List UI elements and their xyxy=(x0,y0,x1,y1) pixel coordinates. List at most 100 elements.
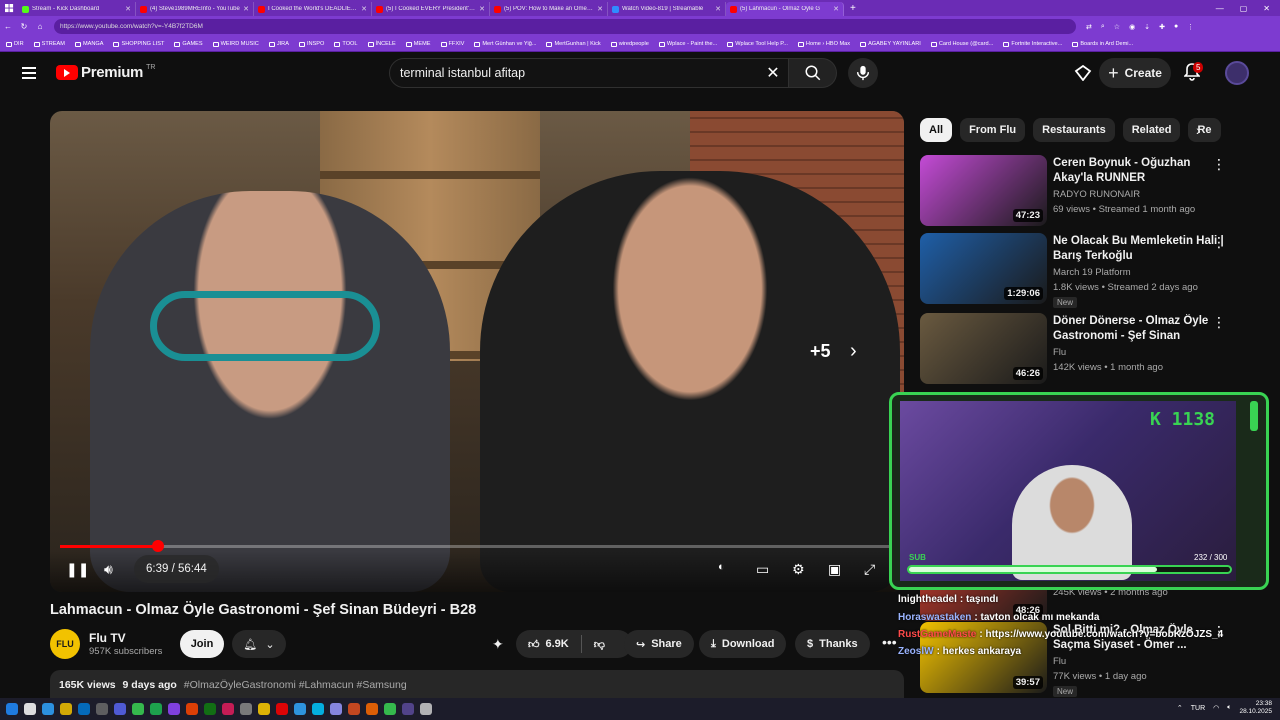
bookmark-item[interactable]: INSPO xyxy=(298,41,324,47)
account-avatar[interactable] xyxy=(1225,61,1249,85)
voice-search-button[interactable] xyxy=(848,58,878,88)
taskbar-app-icon[interactable] xyxy=(294,703,306,715)
taskbar-app-icon[interactable] xyxy=(258,703,270,715)
description-box[interactable]: 165K views 9 days ago #OlmazÖyleGastrono… xyxy=(50,670,904,698)
tab-close-icon[interactable]: ✕ xyxy=(361,5,367,13)
search-input[interactable]: terminal istanbul afitap ✕ xyxy=(389,58,789,88)
new-tab-button[interactable]: + xyxy=(850,3,856,14)
video-thumbnail[interactable]: 1:29:06 xyxy=(920,233,1047,304)
bookmark-item[interactable]: Boards in Ard Demi... xyxy=(1072,41,1133,47)
chat-username[interactable]: lnightheadel xyxy=(898,594,957,605)
more-options-icon[interactable]: ⋮ xyxy=(1212,314,1226,331)
taskbar-app-icon[interactable] xyxy=(150,703,162,715)
create-button[interactable]: + Create xyxy=(1099,58,1171,88)
subtitles-icon[interactable]: ▭ xyxy=(756,561,769,578)
minimize-icon[interactable]: — xyxy=(1216,4,1224,13)
tab-close-icon[interactable]: ✕ xyxy=(715,5,721,13)
download-button[interactable]: ⤓ Download xyxy=(699,630,787,658)
progress-bar[interactable] xyxy=(60,540,894,552)
back-icon[interactable]: ← xyxy=(0,22,16,31)
taskbar-app-icon[interactable] xyxy=(402,703,414,715)
recommendation-item[interactable]: 1:29:06 Ne Olacak Bu Memleketin Hali | Ba… xyxy=(920,233,1260,308)
tab-close-icon[interactable]: ✕ xyxy=(597,5,603,13)
recommendation-title[interactable]: Ne Olacak Bu Memleketin Hali | Barış Ter… xyxy=(1053,234,1228,264)
bookmark-item[interactable]: GAMES xyxy=(174,41,203,47)
recommendation-item[interactable]: 46:26 Döner Dönerse - Olmaz Öyle Gastrono… xyxy=(920,313,1260,385)
browser-tab[interactable]: (5) Lahmacun - Olmaz Öyle G ✕ xyxy=(726,2,844,16)
translate-icon[interactable]: ⇄ xyxy=(1086,23,1092,31)
zoom-icon[interactable]: ⌕ xyxy=(1101,23,1105,31)
video-thumbnail[interactable]: 46:26 xyxy=(920,313,1047,384)
downloads-icon[interactable]: ⇣ xyxy=(1144,23,1150,31)
filter-chip[interactable]: Re xyxy=(1188,118,1221,142)
bookmark-item[interactable]: MertGunhan | Kick xyxy=(546,41,601,47)
bookmark-item[interactable]: JIRA xyxy=(268,41,289,47)
tray-chevron-icon[interactable]: ⌃ xyxy=(1177,704,1183,712)
more-options-icon[interactable]: ⋮ xyxy=(1212,234,1226,251)
taskbar-app-icon[interactable] xyxy=(78,703,90,715)
filter-chip[interactable]: From Flu xyxy=(960,118,1026,142)
taskbar-app-icon[interactable] xyxy=(420,703,432,715)
filter-chip[interactable]: All xyxy=(920,118,953,142)
tab-close-icon[interactable]: ✕ xyxy=(479,5,485,13)
more-videos-overlay[interactable]: +5 xyxy=(810,341,831,362)
chevron-right-icon[interactable]: › xyxy=(850,340,857,363)
video-thumbnail[interactable]: 47:23 xyxy=(920,155,1047,226)
subscribed-notifications-button[interactable]: 🔔︎ ⌄ xyxy=(232,630,286,658)
recommendation-title[interactable]: Döner Dönerse - Olmaz Öyle Gastronomi - … xyxy=(1053,314,1228,344)
theater-mode-icon[interactable]: ▣ xyxy=(828,561,841,578)
clear-search-icon[interactable]: ✕ xyxy=(758,63,788,83)
maximize-icon[interactable]: ▢ xyxy=(1240,4,1248,13)
chat-username[interactable]: Horaswastaken xyxy=(898,612,971,623)
chat-username[interactable]: ZeoslW xyxy=(898,646,934,657)
bookmark-item[interactable]: Fortnite Interactive... xyxy=(1003,41,1062,47)
recommendation-channel[interactable]: March 19 Platform xyxy=(1053,267,1131,278)
browser-tab[interactable]: (5) POV: How to Make an Omelett ✕ xyxy=(490,2,608,16)
extension-icon[interactable]: ◉ xyxy=(1129,23,1135,31)
filter-chip[interactable]: Restaurants xyxy=(1033,118,1115,142)
browser-tab[interactable]: Stream - Kick Dashboard ✕ xyxy=(18,2,136,16)
taskbar-app-icon[interactable] xyxy=(348,703,360,715)
bookmark-star-icon[interactable]: ☆ xyxy=(1114,23,1120,31)
bookmark-item[interactable]: AGABEY YAYINLARI xyxy=(860,41,921,47)
taskbar-app-icon[interactable] xyxy=(132,703,144,715)
taskbar-app-icon[interactable] xyxy=(24,703,36,715)
windows-menu-icon[interactable] xyxy=(0,0,18,16)
browser-tab[interactable]: I Cooked the World's DEADLIEST ✕ xyxy=(254,2,372,16)
url-field[interactable]: https://www.youtube.com/watch?v=-Y4B7f2T… xyxy=(54,19,1076,34)
wifi-icon[interactable]: ◠ xyxy=(1213,704,1219,712)
bookmark-item[interactable]: MEME xyxy=(405,41,431,47)
bookmark-item[interactable]: Mert Günhan ve Yiğ... xyxy=(474,41,536,47)
bookmark-item[interactable]: FFXIV xyxy=(440,41,464,47)
tab-close-icon[interactable]: ✕ xyxy=(833,5,839,13)
taskbar-app-icon[interactable] xyxy=(114,703,126,715)
youtube-premium-logo[interactable]: Premium TR xyxy=(56,64,155,81)
like-icon[interactable]: 👍︎ xyxy=(528,638,540,651)
taskbar-app-icon[interactable] xyxy=(312,703,324,715)
chat-username[interactable]: RustGameMaste xyxy=(898,629,976,640)
join-button[interactable]: Join xyxy=(180,630,224,658)
bookmark-item[interactable]: Card House (@card... xyxy=(930,41,993,47)
description-tags[interactable]: #OlmazÖyleGastronomi #Lahmacun #Samsung xyxy=(184,679,407,691)
puzzle-icon[interactable]: ✚ xyxy=(1159,23,1165,31)
taskbar-app-icon[interactable] xyxy=(384,703,396,715)
browser-tab[interactable]: (5) I Cooked EVERY President's Fa ✕ xyxy=(372,2,490,16)
bookmark-item[interactable]: wiredpeople xyxy=(610,41,649,47)
recommendation-channel[interactable]: Flu xyxy=(1053,656,1066,667)
hamburger-menu-icon[interactable] xyxy=(22,67,36,79)
bookmark-item[interactable]: SHOPPING LIST xyxy=(113,41,164,47)
bookmark-item[interactable]: DIR xyxy=(6,41,24,47)
premium-gift-icon[interactable] xyxy=(1074,65,1092,81)
share-button[interactable]: ↪ Share xyxy=(624,630,694,658)
dislike-icon[interactable]: 👎︎ xyxy=(594,638,605,651)
taskbar-app-icon[interactable] xyxy=(186,703,198,715)
fullscreen-icon[interactable]: ⤢ xyxy=(864,561,875,578)
filter-chip[interactable]: Related xyxy=(1122,118,1181,142)
speaker-icon[interactable]: 🔈︎ xyxy=(1227,704,1231,712)
more-actions-icon[interactable]: ••• xyxy=(882,634,897,650)
clock[interactable]: 23:38 28.10.2025 xyxy=(1239,700,1272,716)
browser-menu-icon[interactable]: ⋮ xyxy=(1187,23,1194,31)
keyboard-language[interactable]: TUR xyxy=(1191,705,1205,712)
taskbar-app-icon[interactable] xyxy=(222,703,234,715)
recommendation-channel[interactable]: RADYO RUNONAIR xyxy=(1053,189,1140,200)
